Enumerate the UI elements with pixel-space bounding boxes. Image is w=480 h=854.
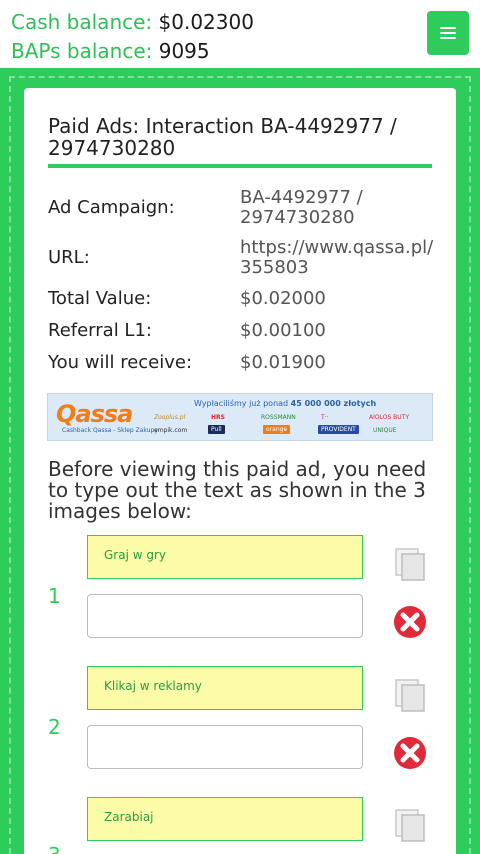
referral-value: $0.00100 [240,320,326,341]
ad-banner[interactable]: Qassa Cashback Qassa - Sklep Zakupy Wypł… [47,393,433,441]
copy-icon[interactable] [393,807,427,843]
frame-dash-left [9,76,11,854]
captcha-instructions: Before viewing this paid ad, you need to… [48,459,432,522]
captcha-image: Klikaj w reklamy [87,666,363,710]
url-value-line1: https://www.qassa.pl/ [240,237,434,258]
baps-balance: BAPs balance: 9095 [11,39,210,63]
referral-label: Referral L1: [48,320,152,341]
page-title-line2: 2974730280 [48,136,176,160]
ad-campaign-value-line2: 2974730280 [240,207,355,228]
captcha-instructions-line3: images below: [48,499,192,523]
page-title: Paid Ads: Interaction BA-4492977 / 29747… [48,115,420,159]
banner-brand: UNIQUE [373,427,397,434]
banner-brand: HRS [211,414,225,421]
top-bar: Cash balance: $0.02300 BAPs balance: 909… [0,0,480,68]
banner-headline-amount: 45 000 000 złotych [290,399,377,408]
title-divider [48,164,432,168]
ad-campaign-value-line1: BA-4492977 / [240,187,363,208]
banner-headline: Wypłaciliśmy już ponad 45 000 000 złotyc… [194,399,376,408]
banner-brand: AIOLOS BUTY [369,414,410,421]
banner-brand: orange [263,425,291,434]
ad-campaign-label: Ad Campaign: [48,197,175,218]
url-value-line2: 355803 [240,257,309,278]
captcha-image: Zarabiaj [87,797,363,841]
error-icon [394,737,426,769]
copy-icon[interactable] [393,546,427,582]
banner-brand: empik.com [154,427,188,434]
captcha-text: Graj w gry [104,548,167,562]
frame-dash-top [9,76,471,78]
captcha-number: 1 [48,584,61,608]
ad-campaign-value: BA-4492977 / 2974730280 [240,188,363,228]
frame-dash-right [469,76,471,854]
copy-icon[interactable] [393,677,427,713]
total-value: $0.02000 [240,288,326,309]
page-title-line1: Paid Ads: Interaction BA-4492977 / [48,114,397,138]
total-value-label: Total Value: [48,288,152,309]
captcha-text: Klikaj w reklamy [104,679,202,693]
banner-brand: PROVIDENT [318,425,359,434]
receive-value: $0.01900 [240,352,326,373]
receive-label: You will receive: [48,352,193,373]
captcha-instructions-line2: to type out the text as shown in the 3 [48,478,426,502]
baps-balance-label: BAPs balance: [11,39,153,63]
captcha-number: 2 [48,715,61,739]
banner-headline-text: Wypłaciliśmy już ponad [194,399,289,408]
url-label: URL: [48,247,90,268]
banner-brand: Zooplus.pl [154,414,186,421]
banner-brand: ROSSMANN [261,414,296,421]
hamburger-menu-icon[interactable] [427,11,469,55]
cash-balance-value: $0.02300 [158,10,254,34]
captcha-input[interactable] [87,725,363,769]
baps-balance-value: 9095 [158,39,210,63]
captcha-input[interactable] [87,594,363,638]
captcha-number: 3 [48,843,61,854]
url-value[interactable]: https://www.qassa.pl/ 355803 [240,238,433,278]
banner-tagline: Cashback Qassa - Sklep Zakupy [62,427,158,434]
banner-brand: Pull [208,425,225,434]
captcha-image: Graj w gry [87,535,363,579]
captcha-instructions-line1: Before viewing this paid ad, you need [48,457,427,481]
banner-brand: T·· [321,414,329,421]
banner-logo: Qassa [56,400,133,428]
cash-balance: Cash balance: $0.02300 [11,10,254,34]
error-icon [394,606,426,638]
captcha-text: Zarabiaj [104,810,154,824]
cash-balance-label: Cash balance: [11,10,153,34]
